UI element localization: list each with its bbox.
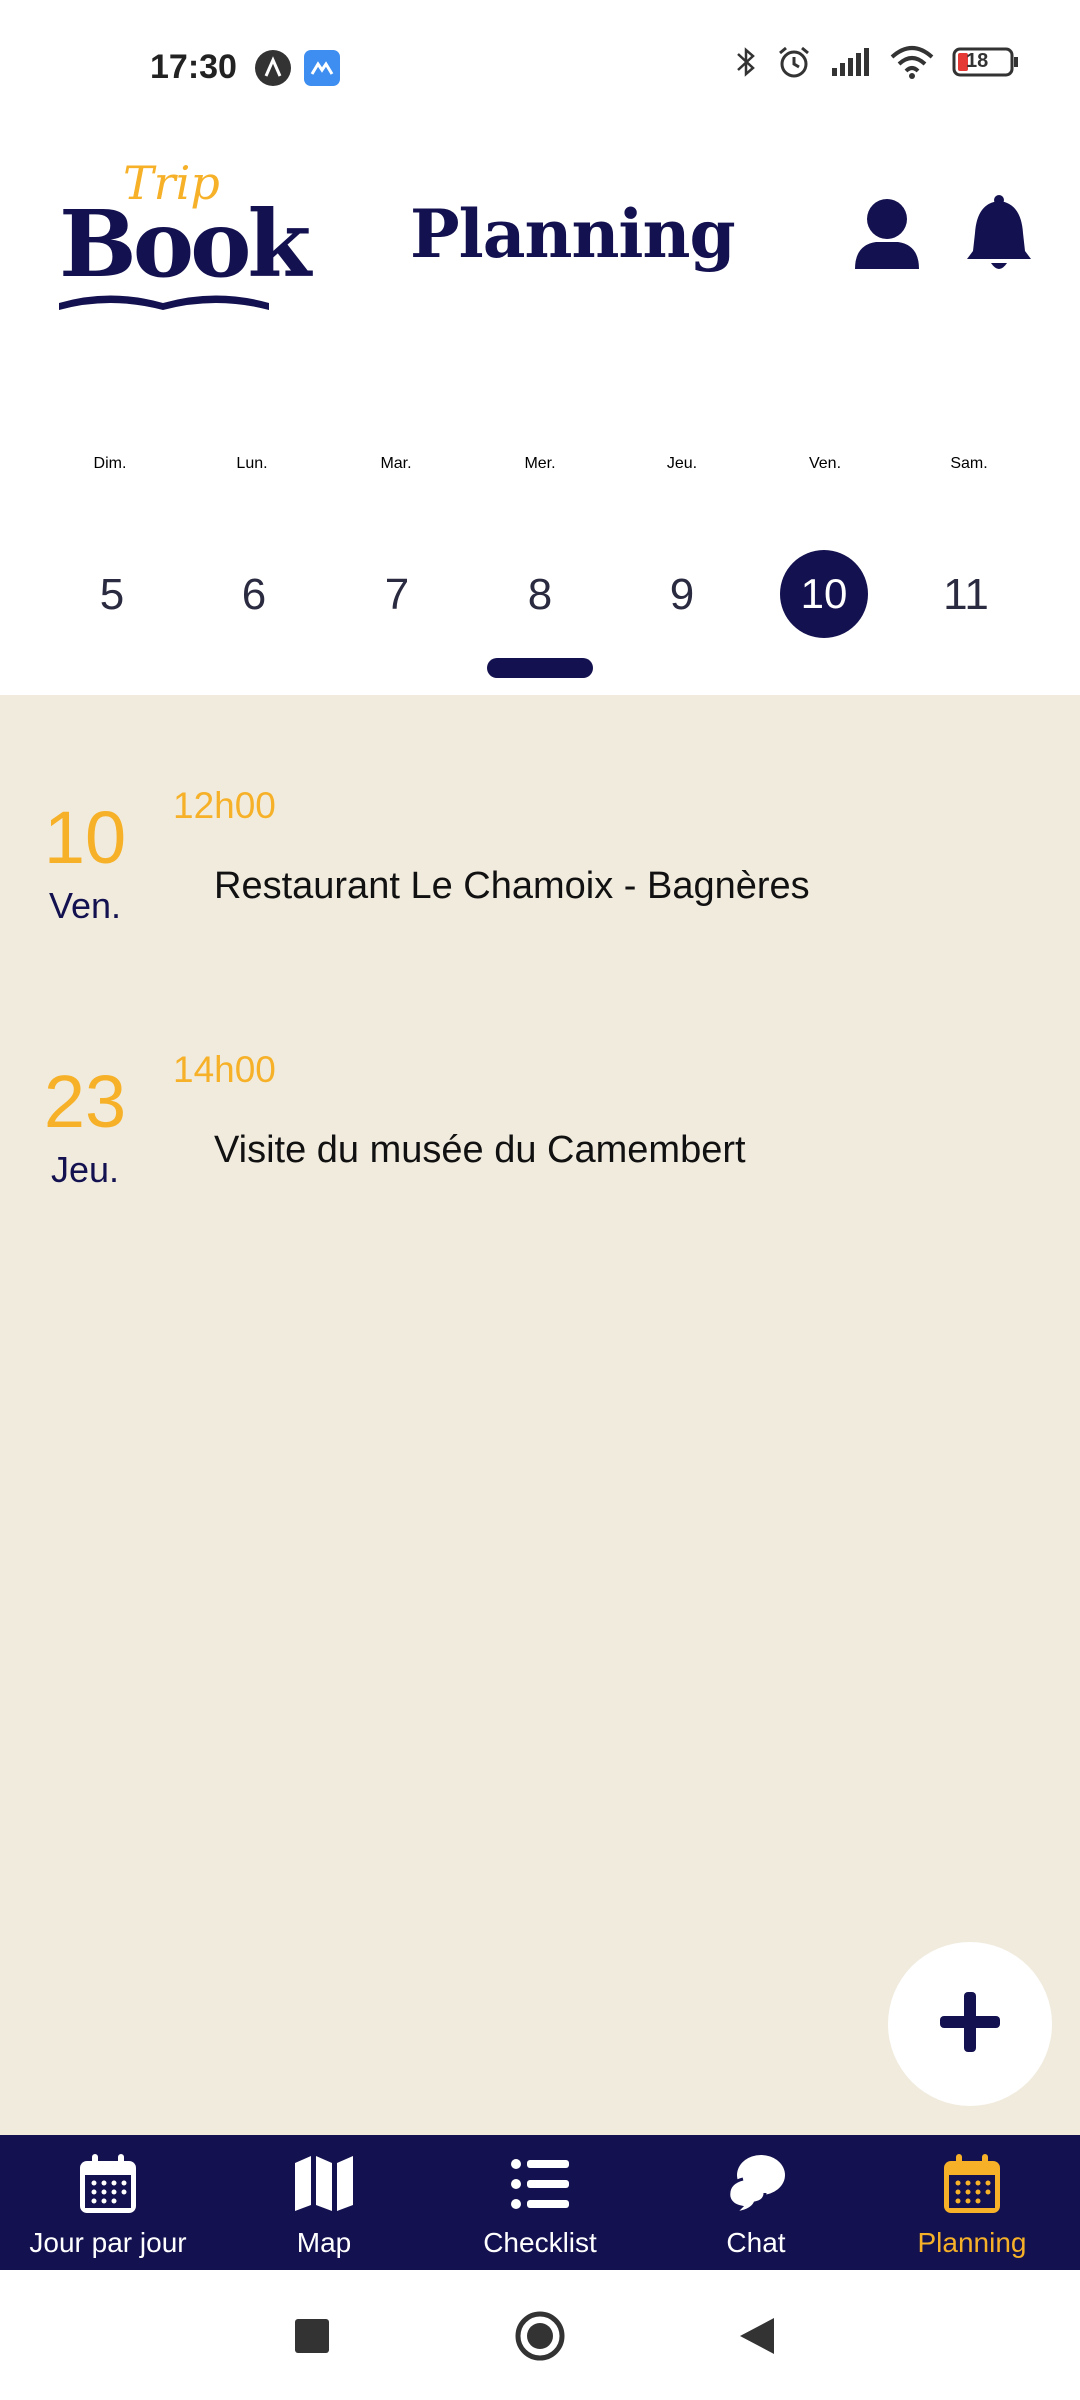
week-drag-handle[interactable] — [487, 658, 593, 678]
app-screen: 17:30 18 Trip Book Planning Dim. Lun. Ma… — [0, 0, 1080, 2400]
event-day-number: 10 — [43, 796, 127, 879]
add-event-button[interactable] — [888, 1942, 1052, 2106]
back-triangle-icon[interactable] — [738, 2316, 776, 2361]
alarm-icon — [776, 44, 812, 80]
nav-label: Map — [296, 2227, 352, 2258]
nav-label: Planning — [917, 2227, 1027, 2258]
day-number: 5 — [99, 570, 125, 619]
event-title: Visite du musée du Camembert — [214, 1129, 746, 1171]
day-name: Jeu. — [666, 455, 698, 472]
day-10-button[interactable]: 10 — [754, 550, 894, 638]
tripbook-logo: Trip Book — [55, 156, 311, 310]
event-item[interactable]: 23 Jeu. 14h00 Visite du musée du Camembe… — [0, 1049, 1080, 1249]
event-day-name: Jeu. — [50, 1149, 120, 1190]
logo-book-text: Book — [59, 190, 311, 298]
system-navigation-bar — [0, 2270, 1080, 2400]
day-7-button[interactable]: 7 — [327, 550, 467, 640]
day-8-button[interactable]: 8 — [470, 550, 610, 640]
map-icon — [295, 2156, 353, 2211]
nav-jour-par-jour[interactable]: Jour par jour — [0, 2135, 216, 2270]
event-item[interactable]: 10 Ven. 12h00 Restaurant Le Chamoix - Ba… — [0, 785, 1080, 985]
nav-checklist[interactable]: Checklist — [432, 2135, 648, 2270]
list-icon — [511, 2159, 569, 2209]
day-5-button[interactable]: 5 — [42, 550, 182, 640]
day-name: Mar. — [380, 455, 412, 472]
status-bar: 17:30 18 — [0, 0, 1080, 110]
bottom-navigation: Jour par jour Map Checklist Chat Plannin… — [0, 2135, 1080, 2270]
day-9-button[interactable]: 9 — [612, 550, 752, 640]
day-name: Lun. — [236, 455, 268, 472]
nav-label: Checklist — [483, 2227, 597, 2258]
signal-icon — [830, 46, 872, 78]
wifi-icon — [890, 45, 934, 79]
bluetooth-icon — [734, 44, 758, 80]
day-number: 9 — [669, 570, 695, 619]
day-name: Sam. — [950, 455, 988, 472]
bell-icon[interactable] — [964, 195, 1034, 275]
chat-icon — [727, 2155, 785, 2213]
battery-icon: 18 — [952, 46, 1020, 78]
nav-map[interactable]: Map — [216, 2135, 432, 2270]
nav-label: Jour par jour — [29, 2227, 187, 2258]
day-number: 11 — [943, 570, 989, 619]
day-name: Mer. — [524, 455, 556, 472]
event-time: 14h00 — [173, 1049, 276, 1090]
event-day-name: Ven. — [48, 885, 122, 926]
selected-day-number: 10 — [780, 550, 868, 638]
user-icon[interactable] — [852, 195, 922, 275]
page-title: Planning — [410, 195, 736, 273]
day-number: 7 — [384, 570, 410, 619]
home-circle-icon[interactable] — [514, 2310, 566, 2367]
nav-planning[interactable]: Planning — [864, 2135, 1080, 2270]
plus-icon — [938, 1990, 1002, 2059]
app-mail-icon — [304, 50, 340, 86]
day-6-button[interactable]: 6 — [184, 550, 324, 640]
day-11-button[interactable]: 11 — [896, 550, 1036, 640]
event-day-number: 23 — [43, 1060, 127, 1143]
calendar-icon — [944, 2154, 1000, 2213]
calendar-icon — [80, 2154, 136, 2213]
day-number: 8 — [527, 570, 553, 619]
day-number: 6 — [241, 570, 267, 619]
day-name: Dim. — [93, 455, 127, 472]
app-a-icon — [255, 50, 291, 86]
recents-square-icon[interactable] — [294, 2318, 330, 2359]
day-name: Ven. — [808, 455, 842, 472]
nav-chat[interactable]: Chat — [648, 2135, 864, 2270]
status-time: 17:30 — [150, 48, 237, 86]
event-title: Restaurant Le Chamoix - Bagnères — [214, 865, 810, 907]
battery-level: 18 — [966, 50, 989, 72]
events-list: 10 Ven. 12h00 Restaurant Le Chamoix - Ba… — [0, 695, 1080, 2135]
event-time: 12h00 — [173, 785, 276, 826]
nav-label: Chat — [726, 2227, 786, 2258]
